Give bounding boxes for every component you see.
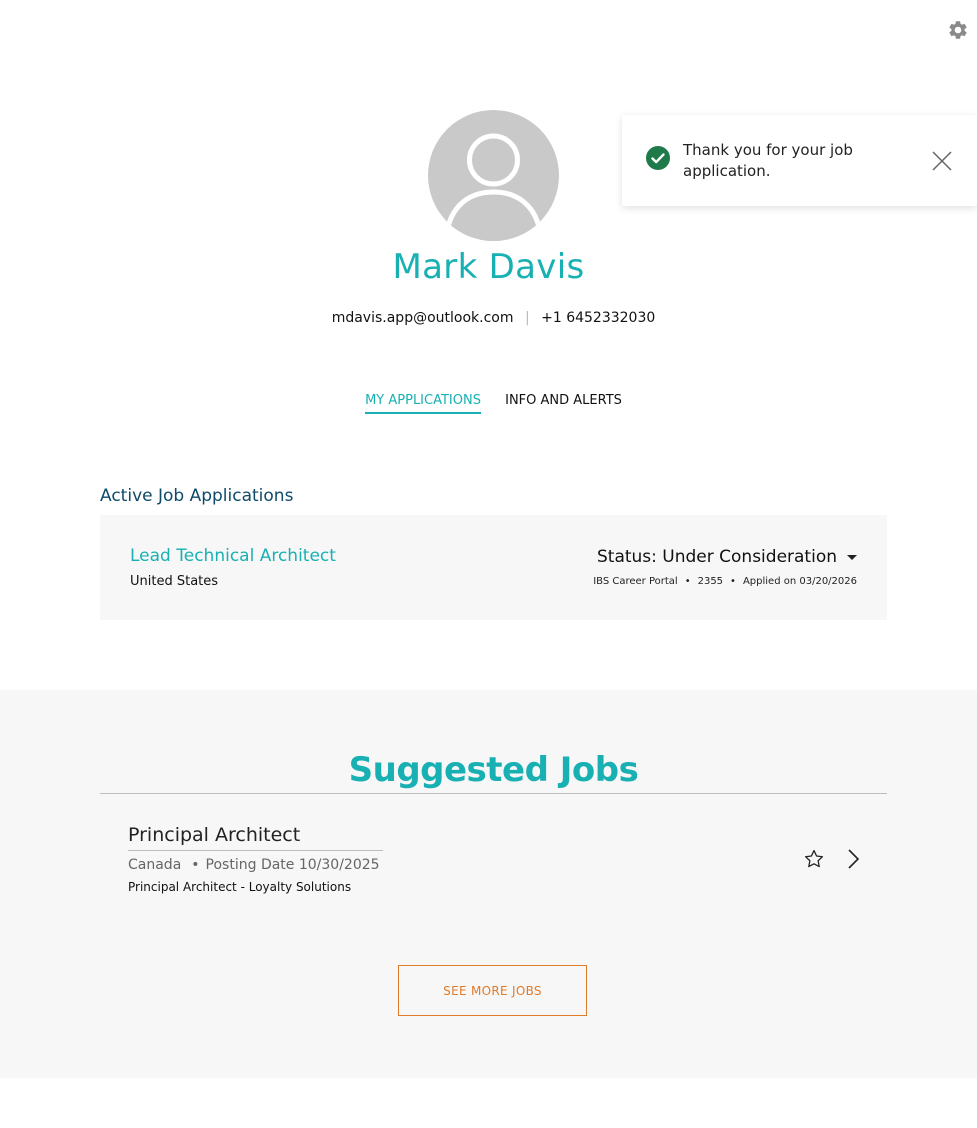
application-status-dropdown[interactable]: Status: Under Consideration — [597, 547, 857, 567]
application-meta: IBS Career Portal • 2355 • Applied on 03/20/… — [593, 576, 857, 587]
bullet-dot: • — [684, 576, 691, 587]
chevron-right-icon[interactable] — [845, 847, 861, 871]
star-icon[interactable] — [803, 848, 825, 870]
toast-message: Thank you for your job application. — [683, 141, 853, 180]
profile-contact: mdavis.app@outlook.com | +1 6452332030 — [0, 310, 977, 326]
close-icon[interactable] — [930, 149, 954, 173]
suggested-jobs-heading: Suggested Jobs — [348, 750, 639, 790]
contact-separator: | — [524, 310, 530, 326]
suggested-job-posting-date: Posting Date 10/30/2025 — [205, 857, 380, 873]
suggested-job-location: Canada — [128, 857, 182, 873]
suggested-job-meta: Canada • Posting Date 10/30/2025 — [128, 857, 380, 873]
gear-icon[interactable] — [947, 19, 969, 41]
application-location: United States — [130, 574, 219, 589]
suggested-job-description: Principal Architect - Loyalty Solutions — [128, 880, 352, 894]
application-job-id: 2355 — [697, 576, 724, 587]
avatar — [428, 110, 559, 241]
application-applied-date: Applied on 03/20/2026 — [742, 576, 857, 587]
bullet-dot: • — [191, 857, 200, 873]
profile-name: Mark Davis — [392, 247, 585, 287]
profile-phone: +1 6452332030 — [541, 310, 656, 326]
active-applications-title: Active Job Applications — [100, 486, 294, 506]
tab-my-applications[interactable]: MY APPLICATIONS — [365, 393, 481, 414]
caret-down-icon — [847, 554, 857, 560]
application-source: IBS Career Portal — [593, 576, 678, 587]
divider — [100, 793, 887, 794]
bullet-dot: • — [730, 576, 736, 587]
suggested-job-title[interactable]: Principal Architect — [128, 824, 383, 851]
application-job-title[interactable]: Lead Technical Architect — [130, 546, 336, 566]
profile-tabs: MY APPLICATIONS INFO AND ALERTS — [0, 393, 977, 414]
check-circle-icon — [646, 146, 670, 170]
tab-info-and-alerts[interactable]: INFO AND ALERTS — [505, 393, 622, 412]
suggested-jobs-section: Suggested Jobs Principal Architect Canad… — [0, 690, 977, 1078]
see-more-jobs-button[interactable]: SEE MORE JOBS — [398, 965, 587, 1016]
status-label: Status: Under Consideration — [596, 547, 837, 567]
application-card: Lead Technical Architect United States S… — [100, 515, 887, 620]
profile-email: mdavis.app@outlook.com — [331, 310, 514, 326]
success-toast: Thank you for your job application. — [622, 115, 977, 206]
